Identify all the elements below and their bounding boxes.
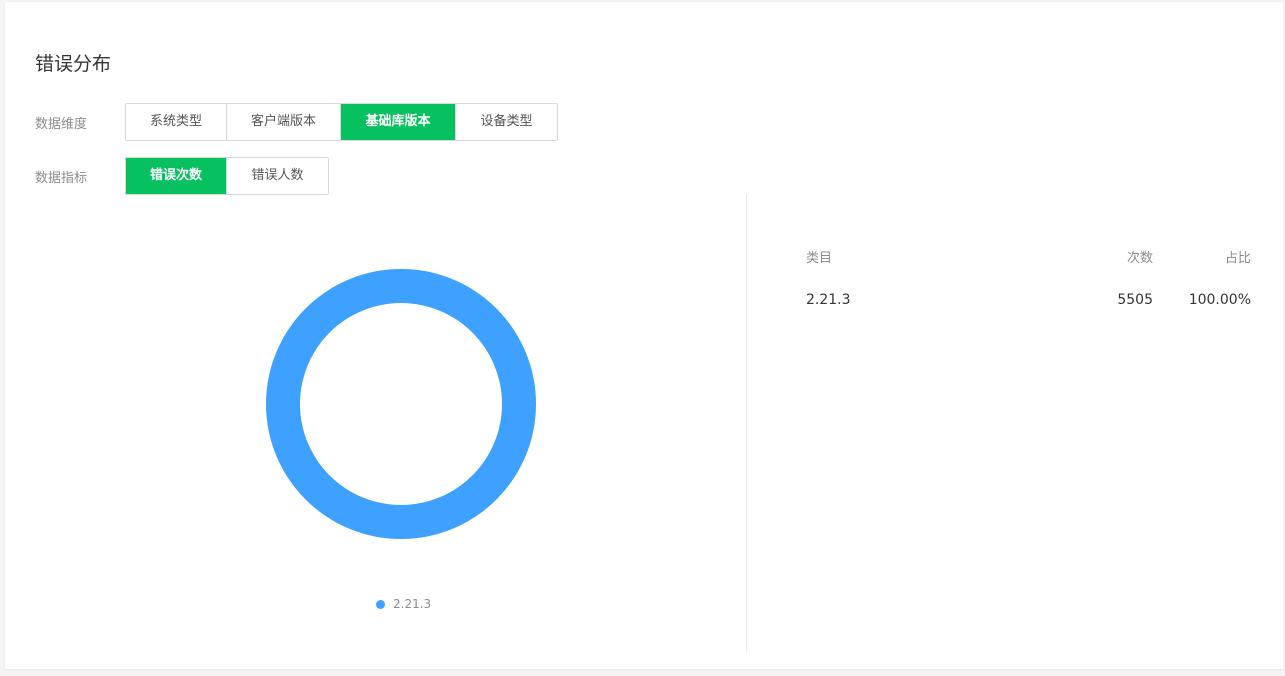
donut-chart: 2.21.3 bbox=[5, 194, 746, 654]
chart-legend-item[interactable]: 2.21.3 bbox=[376, 597, 431, 611]
dimension-option-device-type[interactable]: 设备类型 bbox=[456, 104, 557, 140]
metric-label: 数据指标 bbox=[35, 170, 88, 186]
dimension-option-system-type[interactable]: 系统类型 bbox=[126, 104, 227, 140]
table-header-row: 类目 次数 占比 bbox=[806, 240, 1251, 272]
metric-option-error-users[interactable]: 错误人数 bbox=[227, 158, 328, 194]
dimension-option-client-version[interactable]: 客户端版本 bbox=[227, 104, 341, 140]
distribution-table: 类目 次数 占比 2.21.3 5505 100.00% bbox=[806, 240, 1251, 314]
metric-option-error-count[interactable]: 错误次数 bbox=[126, 158, 227, 194]
row-count: 5505 bbox=[1117, 292, 1153, 308]
row-category: 2.21.3 bbox=[806, 292, 851, 308]
donut-slice-2.21.3[interactable] bbox=[266, 268, 536, 540]
donut-chart-svg bbox=[266, 268, 536, 540]
row-ratio: 100.00% bbox=[1188, 292, 1251, 308]
legend-label: 2.21.3 bbox=[393, 597, 432, 611]
card-title: 错误分布 bbox=[35, 53, 112, 75]
header-category: 类目 bbox=[806, 250, 833, 266]
metric-filter-row: 数据指标 错误次数 错误人数 bbox=[35, 157, 329, 195]
table-row: 2.21.3 5505 100.00% bbox=[806, 286, 1251, 314]
header-ratio: 占比 bbox=[1224, 250, 1251, 266]
panel-divider bbox=[746, 194, 747, 652]
error-distribution-card: 错误分布 数据维度 系统类型 客户端版本 基础库版本 设备类型 数据指标 错误次… bbox=[5, 2, 1283, 669]
dimension-option-base-library-version[interactable]: 基础库版本 bbox=[341, 104, 456, 140]
dimension-label: 数据维度 bbox=[35, 116, 88, 132]
header-count: 次数 bbox=[1126, 250, 1153, 266]
dimension-segmented-control: 系统类型 客户端版本 基础库版本 设备类型 bbox=[125, 103, 558, 141]
legend-dot-icon bbox=[376, 599, 385, 609]
metric-segmented-control: 错误次数 错误人数 bbox=[125, 157, 329, 195]
dimension-filter-row: 数据维度 系统类型 客户端版本 基础库版本 设备类型 bbox=[35, 103, 558, 141]
